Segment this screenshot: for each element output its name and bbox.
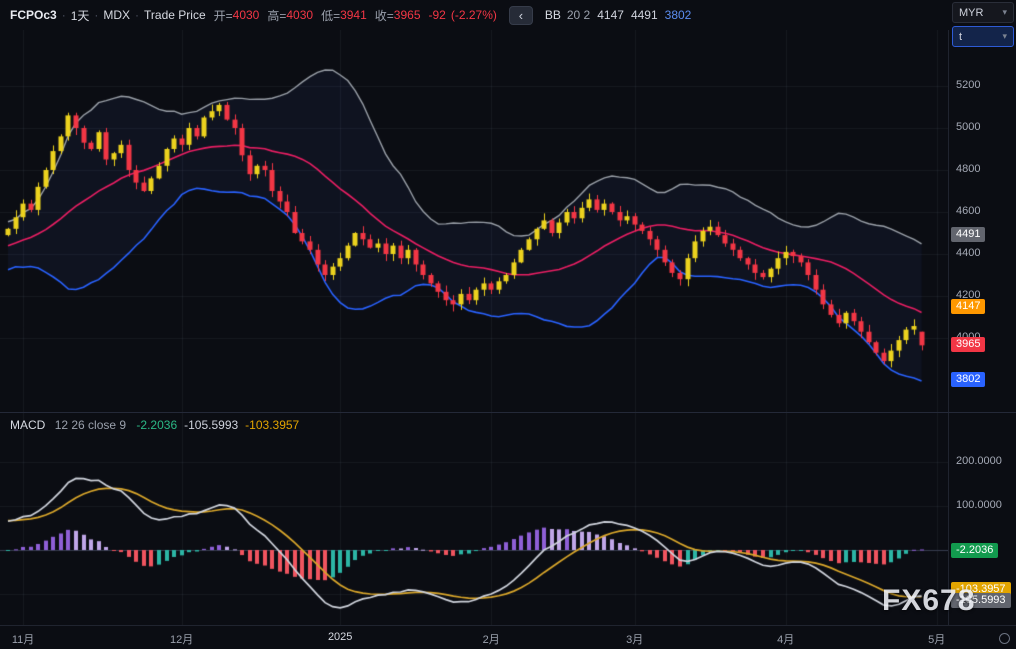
time-axis-label: 3月: [626, 634, 644, 646]
chevron-left-icon: ‹: [518, 7, 524, 23]
open-label: 开=: [213, 8, 233, 23]
axis-tick-label: 200.0000: [956, 455, 1002, 467]
macd-indicator-name[interactable]: MACD: [10, 418, 45, 432]
unit-value: t: [959, 30, 963, 43]
separator-dot: ·: [61, 8, 66, 22]
change-percent: (-2.27%): [450, 8, 497, 22]
watermark: FX678: [882, 584, 976, 617]
chart-canvas[interactable]: [0, 30, 948, 625]
separator-dot: ·: [135, 8, 140, 22]
axis-tick-label: 4400: [956, 247, 981, 259]
time-axis-label: 2025: [327, 631, 353, 643]
price-axis[interactable]: 4491 4147 3965 3802 -2.2036 -103.3957 -1…: [948, 30, 1016, 625]
axis-tick-label: 100.0000: [956, 499, 1002, 511]
time-axis[interactable]: 11月 12月 2025 2月 3月 4月 5月: [0, 625, 1016, 649]
separator-dot: ·: [94, 8, 99, 22]
high-value: 4030: [286, 8, 314, 22]
trading-chart-app: FCPOc3 · 1天 · MDX · Trade Price 开= 4030 高…: [0, 0, 1016, 649]
axis-tick-label: 4600: [956, 205, 981, 217]
low-value: 3941: [340, 8, 367, 22]
interval-label[interactable]: 1天: [71, 7, 90, 24]
bb-lower-badge: 3802: [951, 371, 986, 387]
bb-params: 20 2: [566, 8, 591, 22]
bb-value: 4147: [597, 8, 624, 22]
symbol-name[interactable]: FCPOc3: [10, 8, 57, 22]
clock-icon[interactable]: [999, 633, 1010, 644]
macd-legend: MACD 12 26 close 9 -2.2036 -105.5993 -103.…: [10, 418, 299, 432]
change-value: -92: [428, 8, 446, 22]
close-label: 收=: [374, 8, 394, 23]
time-axis-label: 2月: [482, 634, 500, 646]
axis-tick-label: 5000: [956, 121, 981, 133]
bb-values: 4147 4491 3802: [590, 8, 691, 22]
macd-value: -103.3957: [245, 418, 300, 432]
series-type-label: Trade Price: [144, 8, 206, 22]
macd-value: -105.5993: [184, 418, 239, 432]
open-value: 4030: [232, 8, 260, 22]
bb-indicator-name[interactable]: BB: [545, 8, 561, 22]
chart-legend: FCPOc3 · 1天 · MDX · Trade Price 开= 4030 高…: [10, 0, 691, 30]
axis-tick-label: 4800: [956, 163, 981, 175]
axis-controls: MYR ▾ t ▾: [952, 2, 1014, 50]
time-axis-label: 12月: [170, 634, 194, 646]
pane-divider[interactable]: [0, 412, 1016, 413]
time-axis-label: 5月: [928, 634, 946, 646]
bb-value: 3802: [664, 8, 692, 22]
close-value: 3965: [393, 8, 421, 22]
bb-value: 4491: [630, 8, 658, 22]
axis-tick-label: 5200: [956, 79, 981, 91]
last-price-badge: 3965: [951, 337, 986, 353]
currency-select[interactable]: MYR ▾: [952, 2, 1014, 23]
macd-hist-badge: -2.2036: [951, 542, 999, 558]
macd-value: -2.2036: [136, 418, 178, 432]
high-label: 高=: [267, 8, 287, 23]
exchange-label: MDX: [103, 8, 131, 22]
time-axis-label: 4月: [777, 634, 795, 646]
bb-upper-badge: 4491: [951, 226, 986, 242]
legend-back-button[interactable]: ‹: [508, 5, 533, 25]
chevron-down-icon: ▾: [1002, 31, 1007, 41]
low-label: 低=: [321, 8, 341, 23]
currency-value: MYR: [959, 6, 984, 19]
macd-params: 12 26 close 9: [54, 418, 127, 432]
unit-select[interactable]: t ▾: [952, 26, 1014, 47]
bb-basis-badge: 4147: [951, 299, 986, 315]
chevron-down-icon: ▾: [1002, 7, 1007, 17]
time-axis-label: 11月: [11, 634, 35, 646]
macd-values: -2.2036 -105.5993 -103.3957: [129, 418, 299, 432]
